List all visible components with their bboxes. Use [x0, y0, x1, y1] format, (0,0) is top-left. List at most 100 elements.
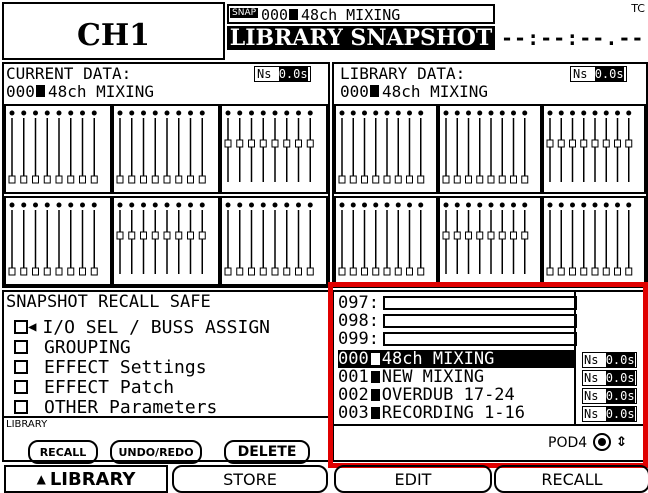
fader-cap — [198, 231, 206, 240]
fader-cap — [476, 175, 484, 184]
checkbox[interactable] — [14, 320, 28, 334]
fader-cap — [306, 139, 314, 148]
pan-knob — [296, 202, 301, 208]
fader-cap — [236, 139, 244, 148]
pan-knob — [44, 110, 50, 116]
library-ns-box: Ns 0.0s — [570, 66, 627, 82]
fader-cap — [175, 231, 183, 240]
fader-cap — [625, 139, 633, 148]
recall-safe-item-label: OTHER Parameters — [44, 396, 218, 418]
pan-knob — [225, 202, 231, 208]
fader-cap — [557, 139, 565, 148]
fader-cap — [546, 139, 554, 148]
pan-knob — [272, 202, 278, 208]
fader-cap — [55, 267, 63, 276]
pan-knob — [570, 202, 575, 208]
pan-knob — [237, 202, 243, 208]
fader-cap — [295, 139, 302, 148]
pan-knob — [199, 110, 205, 116]
pan-knob — [454, 202, 460, 208]
recall-safe-item[interactable]: GROUPING — [14, 336, 328, 358]
pan-knob — [249, 110, 254, 116]
fader-cap — [116, 231, 124, 240]
fader-cap — [67, 175, 75, 184]
fader-cap — [55, 175, 63, 184]
pan-knob — [373, 202, 379, 208]
library-time: 0.0s — [594, 67, 624, 81]
pan-knob — [626, 110, 632, 116]
checkbox[interactable] — [14, 340, 28, 354]
library-fader-grid — [334, 104, 646, 286]
current-fader-map — [4, 104, 328, 286]
current-data-label: CURRENT DATA: — [6, 64, 132, 83]
recall-safe-item[interactable]: OTHER Parameters — [14, 396, 328, 418]
channel-box: CH1 — [2, 2, 225, 60]
snap-tag: SNAP — [230, 8, 259, 18]
pan-knob — [188, 202, 193, 208]
fader-cap — [521, 175, 529, 184]
recall-safe-item-label: I/O SEL / BUSS ASSIGN — [42, 316, 271, 338]
pan-knob — [44, 202, 50, 208]
pan-knob — [307, 110, 313, 116]
fader-cap — [372, 175, 380, 184]
pan-knob — [603, 202, 609, 208]
fader-cap — [20, 267, 28, 276]
fader-cap — [151, 231, 159, 240]
pan-knob — [272, 110, 278, 116]
pan-knob — [225, 110, 231, 116]
recall-safe-item[interactable]: EFFECT Settings — [14, 356, 328, 378]
pan-knob — [117, 110, 123, 116]
fader-cap — [140, 175, 147, 184]
pan-knob — [592, 110, 598, 116]
snap-name: 48ch MIXING — [301, 6, 401, 24]
current-ns-box: Ns 0.0s — [254, 66, 311, 82]
fader-cap — [602, 139, 610, 148]
pan-knob — [362, 110, 367, 116]
pan-knob — [9, 110, 15, 116]
fader-cap — [90, 267, 98, 276]
tab-edit[interactable]: EDIT — [334, 465, 492, 493]
delete-button[interactable]: DELETE — [224, 440, 310, 464]
fader-cap — [614, 139, 621, 148]
pan-knob — [499, 202, 505, 208]
fader-cap — [224, 267, 232, 276]
library-recall-button[interactable]: RECALL — [28, 440, 98, 464]
fader-cap — [32, 267, 39, 276]
current-name-id: 000 — [6, 82, 35, 101]
pan-knob — [176, 202, 182, 208]
timecode-area: TC --:--:--.-- — [497, 2, 647, 60]
recall-safe-item[interactable]: EFFECT Patch — [14, 376, 328, 398]
recall-safe-item-label: EFFECT Patch — [44, 376, 175, 398]
pan-knob — [395, 202, 401, 208]
pan-knob — [129, 110, 135, 116]
checkbox[interactable] — [14, 360, 28, 374]
fader-cap — [338, 267, 346, 276]
fader-cap — [442, 175, 450, 184]
pan-knob — [164, 110, 170, 116]
tc-label: TC — [631, 2, 645, 15]
fader-cap — [32, 175, 39, 184]
pan-knob — [373, 110, 379, 116]
fader-cap — [8, 267, 16, 276]
fader-cap — [487, 231, 495, 240]
tab-recall[interactable]: RECALL — [494, 465, 648, 493]
pan-knob — [603, 110, 609, 116]
undo-redo-button[interactable]: UNDO/REDO — [110, 440, 202, 464]
pan-knob — [339, 110, 345, 116]
checkbox[interactable] — [14, 380, 28, 394]
checkbox[interactable] — [14, 400, 28, 414]
tab-library[interactable]: ▲ LIBRARY — [4, 465, 168, 493]
fader-cap — [580, 267, 588, 276]
arrow-left-icon: ◀ — [28, 319, 37, 335]
pan-knob — [9, 202, 15, 208]
fader-cap — [259, 267, 267, 276]
current-fader-grid — [4, 104, 328, 286]
pan-knob — [350, 110, 356, 116]
tab-store[interactable]: STORE — [172, 465, 328, 493]
fader-cap — [116, 175, 124, 184]
recall-safe-item[interactable]: ◀ I/O SEL / BUSS ASSIGN — [14, 316, 328, 338]
pan-knob — [164, 202, 170, 208]
fader-cap — [580, 139, 588, 148]
fader-cap — [128, 175, 136, 184]
pan-knob — [91, 110, 97, 116]
